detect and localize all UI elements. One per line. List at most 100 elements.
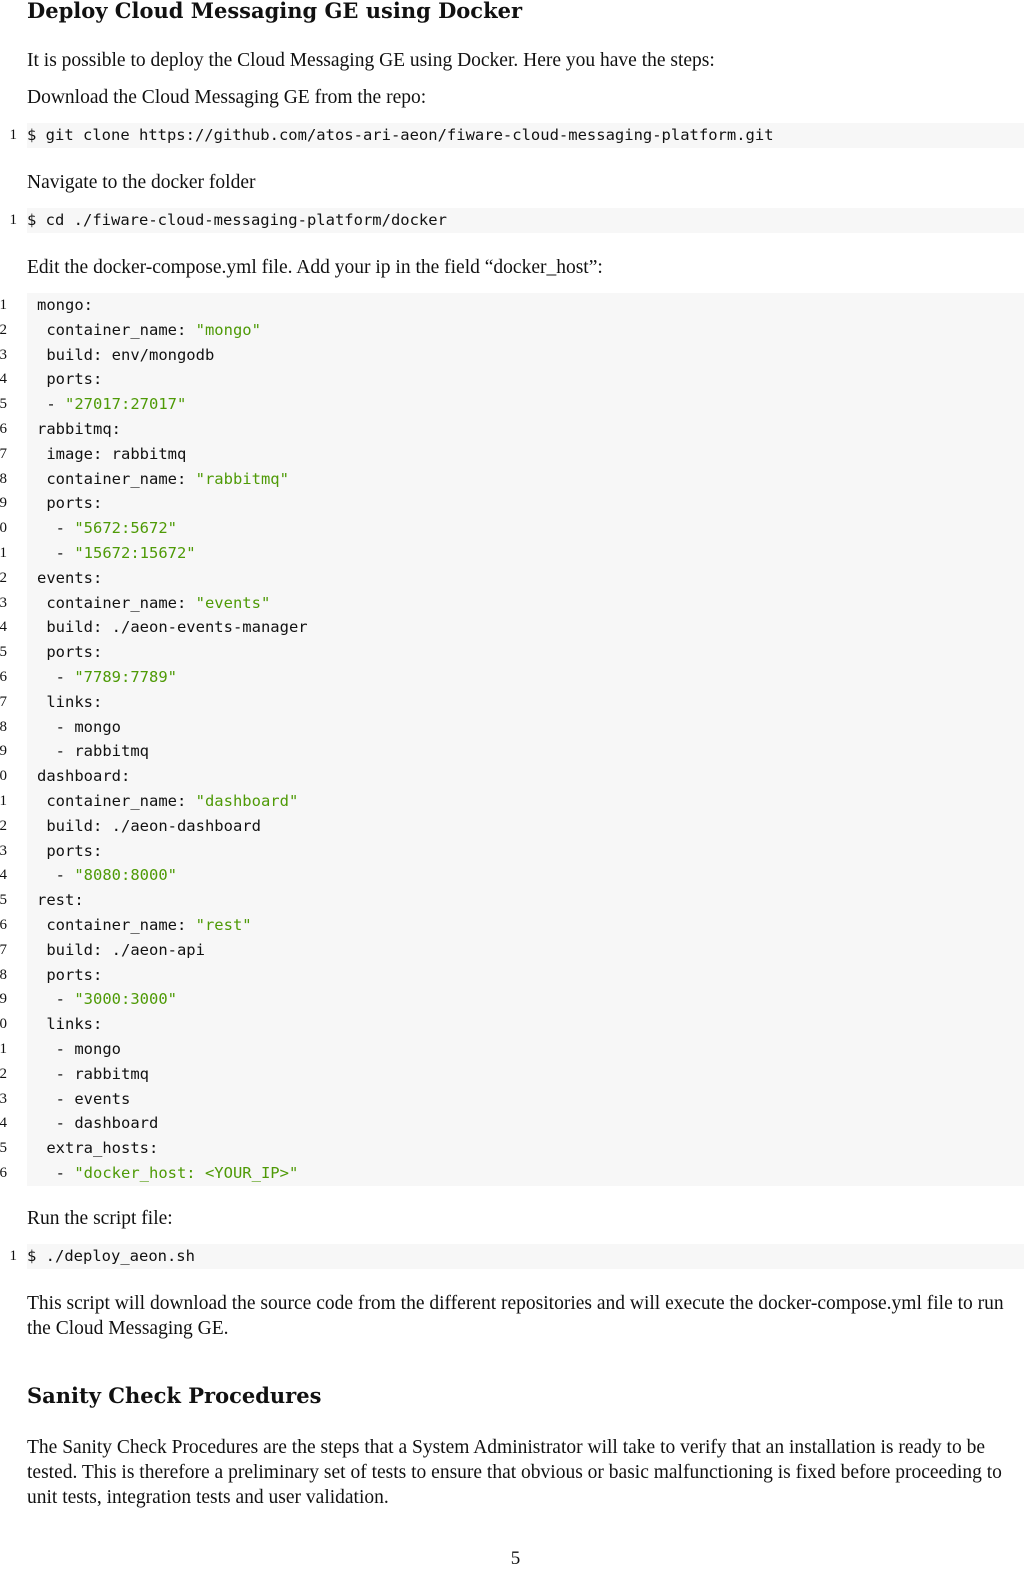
code-line: 1 $ ./deploy_aeon.sh [10,1244,1024,1269]
code-block-run: 1 $ ./deploy_aeon.sh [10,1244,1024,1269]
code-string: "15672:15672" [74,543,196,562]
code-line: 19 - rabbitmq [0,739,1024,764]
code-line: 7 image: rabbitmq [0,442,1024,467]
code-string: "docker_host: <YOUR_IP>" [74,1163,299,1182]
line-number: 31 [0,1040,7,1057]
code-text: dashboard: [37,767,131,786]
code-block-clone: 1 $ git clone https://github.com/atos-ari… [10,123,1024,148]
line-number: 19 [0,743,7,760]
line-number: 6 [0,420,7,437]
code-string: "dashboard" [195,791,299,810]
code-text: container_name: [37,791,196,810]
code-line: 29 - "3000:3000" [0,987,1024,1012]
code-line: 4 ports: [0,367,1024,392]
code-text: - [37,667,75,686]
line-number: 14 [0,619,7,636]
code-line: 22 build: ./aeon-dashboard [0,814,1024,839]
line-number: 1 [9,1248,18,1264]
intro-paragraph: It is possible to deploy the Cloud Messa… [27,50,715,71]
code-text: links: [37,692,103,711]
line-number: 12 [0,569,7,586]
code-text: container_name: [37,320,196,339]
line-number: 24 [0,867,7,884]
code-text: container_name: [37,469,196,488]
code-line: 34 - dashboard [0,1111,1024,1136]
line-number: 32 [0,1065,7,1082]
code-text: - [37,990,75,1009]
code-text: - [37,519,75,538]
section-heading-sanity-check: Sanity Check Procedures [27,1383,322,1408]
code-text: ports: [37,965,103,984]
code-text: build: ./aeon-events-manager [37,618,308,637]
page-number: 5 [510,1548,521,1569]
code-string: "mongo" [195,320,261,339]
line-number: 7 [0,445,7,462]
code-line: 21 container_name: "dashboard" [0,789,1024,814]
line-number: 13 [0,594,7,611]
code-text: container_name: [37,593,196,612]
navigate-step-text: Navigate to the docker folder [27,172,256,193]
code-text: ports: [37,841,103,860]
code-line: 16 - "7789:7789" [0,665,1024,690]
code-text: - [37,395,65,414]
line-number: 25 [0,892,7,909]
code-text: build: ./aeon-dashboard [37,816,261,835]
code-text: container_name: [37,915,196,934]
code-text: image: rabbitmq [37,444,187,463]
code-line: 11 - "15672:15672" [0,541,1024,566]
line-number: 34 [0,1115,7,1132]
code-text: $ cd ./fiware-cloud-messaging-platform/d… [27,211,447,229]
line-number: 8 [0,470,7,487]
code-line: 13 container_name: "events" [0,591,1024,616]
code-text: $ git clone https://github.com/atos-ari-… [27,126,774,144]
line-number: 29 [0,991,7,1008]
code-line: 31 - mongo [0,1037,1024,1062]
code-line: 14 build: ./aeon-events-manager [0,615,1024,640]
code-string: "events" [195,593,271,612]
code-line: 8 container_name: "rabbitmq" [0,467,1024,492]
sanity-check-paragraph: The Sanity Check Procedures are the step… [27,1437,1002,1508]
outro-paragraph: This script will download the source cod… [27,1293,1004,1339]
code-string: "3000:3000" [74,990,177,1009]
section-heading-deploy: Deploy Cloud Messaging GE using Docker [27,0,523,23]
code-line: 3 build: env/mongodb [0,343,1024,368]
line-number: 4 [0,371,7,388]
line-number: 30 [0,1016,7,1033]
code-line: 32 - rabbitmq [0,1062,1024,1087]
code-line: 25 rest: [0,888,1024,913]
code-line: 33 - events [0,1087,1024,1112]
code-text: mongo: [37,296,93,314]
line-number: 1 [9,212,18,228]
code-text: rest: [37,891,84,910]
code-text: ports: [37,494,103,513]
line-number: 18 [0,718,7,735]
code-text: - [37,1163,75,1182]
line-number: 20 [0,768,7,785]
code-string: "5672:5672" [74,519,177,538]
code-text: ports: [37,643,103,662]
code-line: 6 rabbitmq: [0,417,1024,442]
line-number: 3 [0,346,7,363]
line-number: 23 [0,842,7,859]
code-line: 1 mongo: [0,293,1024,318]
line-number: 26 [0,916,7,933]
code-text: - [37,543,75,562]
edit-step-text: Edit the docker-compose.yml file. Add yo… [27,257,603,278]
document-page: Deploy Cloud Messaging GE using Docker I… [0,0,1031,1578]
code-line: 5 - "27017:27017" [0,392,1024,417]
run-step-text: Run the script file: [27,1208,173,1229]
code-text: build: env/mongodb [37,345,215,364]
code-line: 24 - "8080:8000" [0,863,1024,888]
code-line: 10 - "5672:5672" [0,516,1024,541]
code-line: 12 events: [0,566,1024,591]
line-number: 2 [0,321,7,338]
line-number: 5 [0,396,7,413]
code-text: $ ./deploy_aeon.sh [27,1247,195,1265]
code-string: "7789:7789" [74,667,177,686]
code-line: 27 build: ./aeon-api [0,938,1024,963]
code-line: 1 $ git clone https://github.com/atos-ari… [10,123,1024,148]
line-number: 11 [0,544,7,561]
line-number: 9 [0,495,7,512]
line-number: 28 [0,966,7,983]
code-string: "27017:27017" [65,395,187,414]
